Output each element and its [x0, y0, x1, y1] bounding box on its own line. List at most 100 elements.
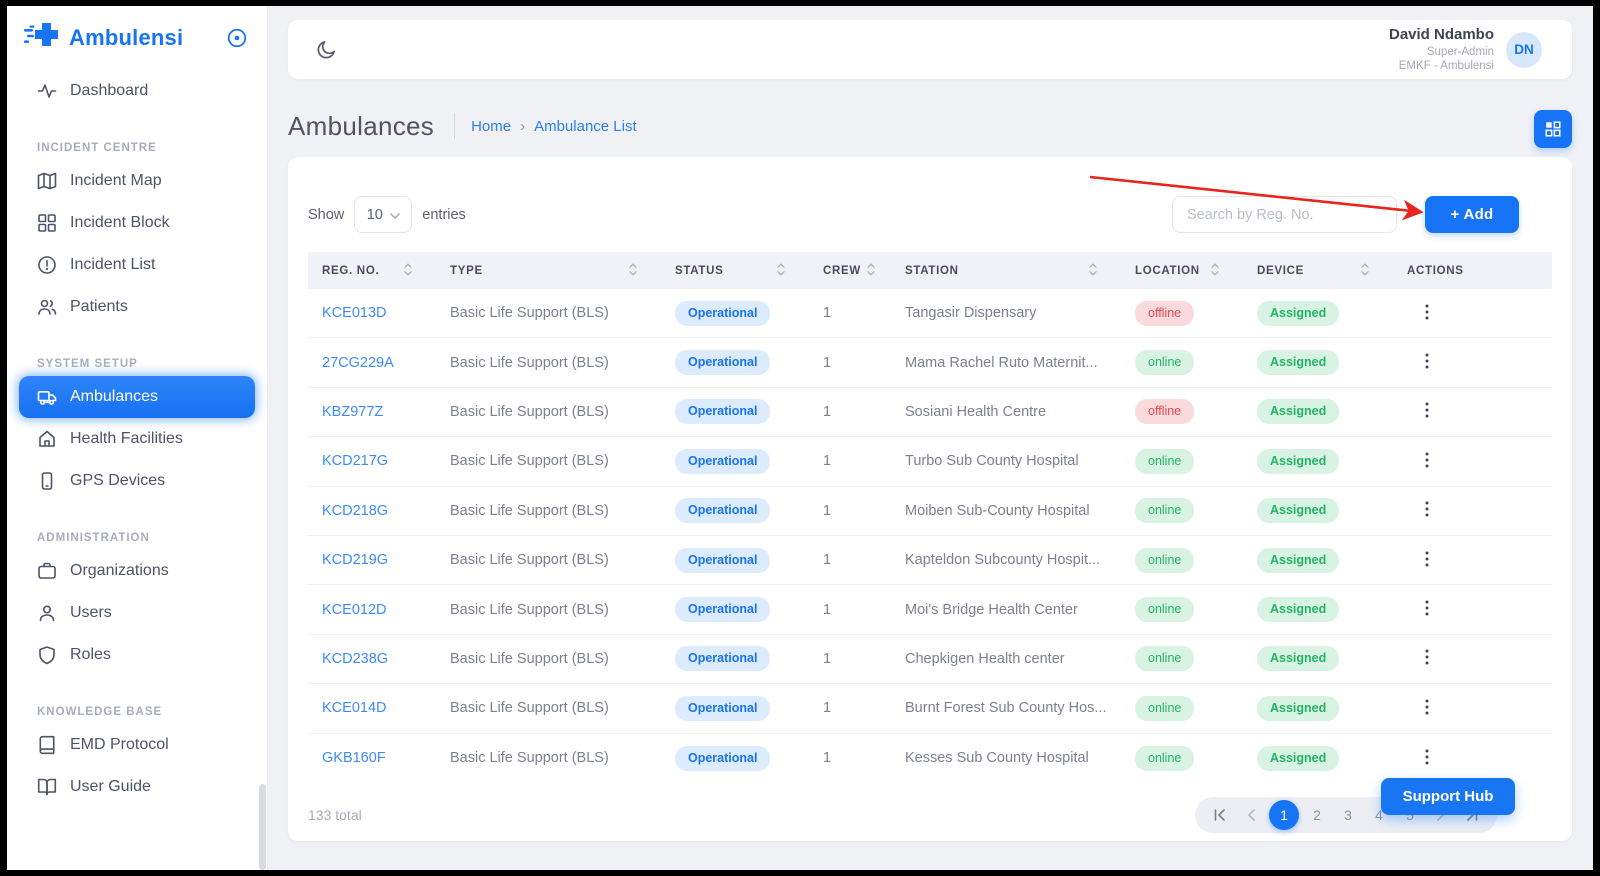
table-controls: Show 10 entries + Add: [308, 196, 1552, 233]
location-badge: online: [1135, 548, 1194, 573]
sidebar-item-roles[interactable]: Roles: [7, 634, 267, 676]
reg-no-link[interactable]: KBZ977Z: [322, 404, 450, 420]
dots-vertical-icon: [1425, 653, 1429, 668]
sidebar-item-label: Health Facilities: [70, 430, 183, 448]
support-hub-button[interactable]: Support Hub: [1381, 778, 1515, 815]
pagination-page-2[interactable]: 2: [1304, 802, 1330, 828]
row-actions-menu-button[interactable]: [1415, 300, 1439, 327]
sidebar-item-user-guide[interactable]: User Guide: [7, 766, 267, 808]
sidebar-section-header: SYSTEM SETUP: [7, 350, 267, 376]
device-badge: Assigned: [1257, 746, 1339, 771]
location-badge: online: [1135, 498, 1194, 523]
row-actions-menu-button[interactable]: [1415, 398, 1439, 425]
breadcrumb: Home › Ambulance List: [471, 118, 637, 135]
ambulance-table-card: Show 10 entries + Add REG. NO.TYPESTATUS…: [288, 157, 1572, 841]
table-row: KCD218GBasic Life Support (BLS)Operation…: [308, 487, 1552, 536]
row-actions-menu-button[interactable]: [1415, 497, 1439, 524]
breadcrumb-current-link[interactable]: Ambulance List: [534, 118, 637, 135]
row-actions-menu-button[interactable]: [1415, 596, 1439, 623]
sidebar-item-label: Users: [70, 604, 112, 622]
pagination-first-button[interactable]: [1207, 802, 1233, 828]
sidebar-item-patients[interactable]: Patients: [7, 286, 267, 328]
sort-icon[interactable]: [1211, 263, 1219, 279]
sidebar-item-emd-protocol[interactable]: EMD Protocol: [7, 724, 267, 766]
column-header-reg-no-[interactable]: REG. NO.: [322, 263, 450, 279]
reg-no-link[interactable]: KCD238G: [322, 651, 450, 667]
user-menu[interactable]: David Ndambo Super-Admin EMKF - Ambulens…: [1389, 26, 1542, 74]
column-header-status[interactable]: STATUS: [675, 263, 823, 279]
row-actions-menu-button[interactable]: [1415, 547, 1439, 574]
add-ambulance-button[interactable]: + Add: [1425, 196, 1519, 233]
column-header-type[interactable]: TYPE: [450, 263, 675, 279]
row-actions-menu-button[interactable]: [1415, 695, 1439, 722]
location-cell: online: [1135, 548, 1257, 573]
page-header: Ambulances Home › Ambulance List: [288, 108, 637, 144]
sidebar-item-users[interactable]: Users: [7, 592, 267, 634]
sort-icon[interactable]: [404, 263, 412, 279]
app-window: Ambulensi DashboardINCIDENT CENTREIncide…: [7, 6, 1593, 870]
user-org: EMKF - Ambulensi: [1389, 59, 1494, 73]
type-cell: Basic Life Support (BLS): [450, 404, 675, 420]
page-size-select[interactable]: 10: [354, 196, 412, 233]
station-cell: Kapteldon Subcounty Hospit...: [905, 552, 1135, 568]
topbar: David Ndambo Super-Admin EMKF - Ambulens…: [288, 20, 1572, 79]
reg-no-link[interactable]: 27CG229A: [322, 355, 450, 371]
avatar[interactable]: DN: [1506, 32, 1542, 68]
sidebar-item-ambulances[interactable]: Ambulances: [19, 376, 255, 418]
entries-label: entries: [422, 207, 466, 223]
sidebar-item-dashboard[interactable]: Dashboard: [7, 70, 267, 112]
reg-no-link[interactable]: KCE012D: [322, 602, 450, 618]
reg-no-link[interactable]: KCD219G: [322, 552, 450, 568]
pagination-page-1[interactable]: 1: [1269, 800, 1299, 830]
sidebar-item-organizations[interactable]: Organizations: [7, 550, 267, 592]
pagination-prev-button[interactable]: [1238, 802, 1264, 828]
reg-no-link[interactable]: KCE013D: [322, 305, 450, 321]
status-badge: Operational: [675, 597, 770, 622]
sidebar-item-incident-map[interactable]: Incident Map: [7, 160, 267, 202]
station-cell: Turbo Sub County Hospital: [905, 453, 1135, 469]
location-badge: online: [1135, 696, 1194, 721]
grid-view-button[interactable]: [1534, 110, 1572, 148]
sort-icon[interactable]: [777, 263, 785, 279]
column-header-crew[interactable]: CREW: [823, 263, 905, 279]
row-actions-menu-button[interactable]: [1415, 745, 1439, 772]
crew-cell: 1: [823, 355, 905, 371]
search-input[interactable]: [1172, 196, 1397, 233]
status-cell: Operational: [675, 646, 823, 671]
pagination-page-3[interactable]: 3: [1335, 802, 1361, 828]
location-badge: online: [1135, 597, 1194, 622]
column-header-device[interactable]: DEVICE: [1257, 263, 1407, 279]
sidebar-scrollbar[interactable]: [259, 784, 266, 870]
sort-icon[interactable]: [629, 263, 637, 279]
reg-no-link[interactable]: GKB160F: [322, 750, 450, 766]
page-title: Ambulances: [288, 111, 434, 142]
crew-cell: 1: [823, 651, 905, 667]
reg-no-link[interactable]: KCE014D: [322, 700, 450, 716]
row-actions-menu-button[interactable]: [1415, 349, 1439, 376]
sort-icon[interactable]: [867, 263, 875, 279]
type-cell: Basic Life Support (BLS): [450, 651, 675, 667]
sort-icon[interactable]: [1361, 263, 1369, 279]
dots-vertical-icon: [1425, 604, 1429, 619]
reg-no-link[interactable]: KCD217G: [322, 453, 450, 469]
sidebar-item-gps-devices[interactable]: GPS Devices: [7, 460, 267, 502]
sidebar-item-incident-block[interactable]: Incident Block: [7, 202, 267, 244]
table-row: 27CG229ABasic Life Support (BLS)Operatio…: [308, 338, 1552, 387]
row-actions-menu-button[interactable]: [1415, 645, 1439, 672]
sidebar-collapse-toggle[interactable]: [225, 26, 249, 50]
sidebar-item-health-facilities[interactable]: Health Facilities: [7, 418, 267, 460]
dark-mode-toggle[interactable]: [313, 37, 339, 63]
chevron-down-icon: [390, 207, 400, 223]
type-cell: Basic Life Support (BLS): [450, 305, 675, 321]
sidebar-item-label: Ambulances: [70, 388, 158, 406]
breadcrumb-home-link[interactable]: Home: [471, 118, 511, 135]
status-cell: Operational: [675, 696, 823, 721]
column-header-location[interactable]: LOCATION: [1135, 263, 1257, 279]
row-actions-menu-button[interactable]: [1415, 448, 1439, 475]
reg-no-link[interactable]: KCD218G: [322, 503, 450, 519]
ambulensi-logo-icon: [23, 21, 59, 56]
column-header-station[interactable]: STATION: [905, 263, 1135, 279]
sort-icon[interactable]: [1089, 263, 1097, 279]
crew-cell: 1: [823, 404, 905, 420]
sidebar-item-incident-list[interactable]: Incident List: [7, 244, 267, 286]
